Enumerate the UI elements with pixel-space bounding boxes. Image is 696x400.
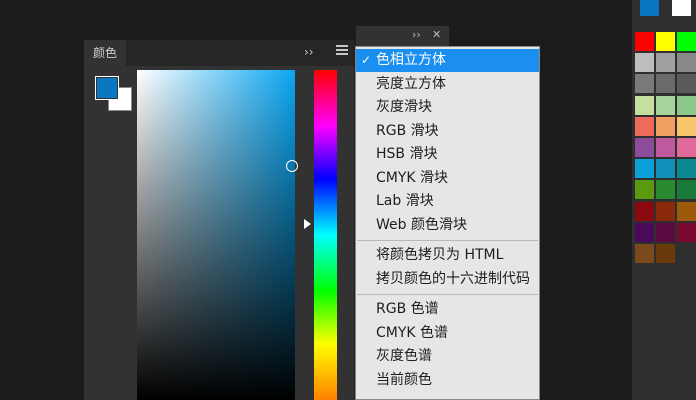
swatch[interactable]	[635, 138, 654, 157]
swatch[interactable]	[677, 222, 696, 242]
swatch[interactable]	[635, 116, 654, 136]
menu-item-label: CMYK 色谱	[376, 324, 449, 341]
menu-item[interactable]: RGB 色谱	[356, 298, 539, 321]
menu-item-label: 色相立方体	[376, 52, 446, 68]
swatch[interactable]	[635, 180, 654, 200]
panel-menu-icon[interactable]	[336, 45, 348, 59]
check-icon: ✓	[361, 53, 372, 67]
swatch[interactable]	[635, 244, 654, 263]
swatch[interactable]	[677, 180, 696, 200]
swatch[interactable]	[656, 116, 675, 136]
swatch[interactable]	[677, 138, 696, 157]
swatch[interactable]	[635, 74, 654, 94]
color-field[interactable]	[137, 70, 295, 400]
swatch[interactable]	[635, 222, 654, 242]
menu-item[interactable]: 当前颜色	[356, 369, 539, 392]
close-icon[interactable]: ✕	[432, 28, 441, 42]
swatch[interactable]	[677, 95, 696, 115]
hue-slider[interactable]	[314, 70, 337, 400]
color-panel: 颜色 ››	[84, 40, 354, 400]
swatch[interactable]	[635, 53, 654, 73]
collapse-icon[interactable]: ››	[412, 28, 421, 42]
panel-header: 颜色 ››	[84, 40, 354, 66]
menu-item-label: HSB 滑块	[376, 146, 438, 162]
menu-item-label: RGB 色谱	[376, 301, 439, 317]
foreground-color-swatch[interactable]	[95, 76, 119, 100]
swatch[interactable]	[656, 180, 675, 200]
menu-item-label: Web 颜色滑块	[376, 216, 467, 233]
menu-item-label: CMYK 滑块	[376, 169, 449, 186]
menu-item-label: 拷贝颜色的十六进制代码	[376, 270, 530, 287]
swatch[interactable]	[656, 32, 675, 51]
menu-item[interactable]: Web 颜色滑块	[356, 214, 539, 237]
swatch[interactable]	[677, 201, 696, 221]
swatch[interactable]	[677, 53, 696, 73]
menu-item-label: 灰度滑块	[376, 99, 432, 115]
tab-color[interactable]: 颜色	[84, 40, 126, 66]
swatch[interactable]	[640, 0, 659, 16]
menu-item[interactable]: CMYK 滑块	[356, 167, 539, 190]
swatch[interactable]	[677, 116, 696, 136]
swatch[interactable]	[672, 0, 691, 16]
swatch[interactable]	[635, 201, 654, 221]
menu-item[interactable]: 拷贝颜色的十六进制代码	[356, 268, 539, 291]
menu-item[interactable]: 亮度立方体	[356, 73, 539, 96]
swatch[interactable]	[656, 201, 675, 221]
collapse-icon[interactable]: ››	[304, 45, 314, 59]
menu-item-label: 亮度立方体	[376, 75, 446, 92]
menu-item-label: RGB 滑块	[376, 122, 439, 139]
menu-item[interactable]: RGB 滑块	[356, 120, 539, 143]
menu-item[interactable]: Lab 滑块	[356, 190, 539, 213]
color-field-cursor[interactable]	[286, 160, 298, 172]
menu-item-label: Lab 滑块	[376, 193, 434, 209]
menu-separator	[357, 240, 538, 241]
swatch[interactable]	[656, 222, 675, 242]
floating-panel-header: ›› ✕	[356, 26, 449, 47]
menu-item[interactable]: 将颜色拷贝为 HTML	[356, 244, 539, 267]
menu-item[interactable]: CMYK 色谱	[356, 322, 539, 345]
menu-item[interactable]: HSB 滑块	[356, 143, 539, 166]
swatch[interactable]	[656, 95, 675, 115]
swatch[interactable]	[635, 95, 654, 115]
menu-item-label: 灰度色谱	[376, 348, 432, 364]
swatch[interactable]	[656, 74, 675, 94]
swatch[interactable]	[656, 53, 675, 73]
swatch[interactable]	[635, 159, 654, 179]
swatch[interactable]	[635, 32, 654, 51]
swatch[interactable]	[656, 159, 675, 179]
swatch[interactable]	[677, 74, 696, 94]
hue-slider-marker[interactable]	[304, 219, 311, 229]
menu-item[interactable]: ✓ 色相立方体	[356, 49, 539, 72]
swatches-panel	[632, 0, 696, 400]
menu-separator	[357, 294, 538, 295]
swatch[interactable]	[677, 159, 696, 179]
menu-item[interactable]: 灰度滑块	[356, 96, 539, 119]
swatch[interactable]	[656, 138, 675, 157]
menu-item[interactable]: 灰度色谱	[356, 345, 539, 368]
swatch[interactable]	[677, 32, 696, 51]
menu-item-label: 当前颜色	[376, 371, 432, 388]
color-panel-menu: ✓ 色相立方体亮度立方体灰度滑块 RGB 滑块 HSB 滑块 CMYK 滑块 Lab 滑块…	[355, 46, 540, 400]
swatch[interactable]	[656, 244, 675, 263]
menu-item-label: 将颜色拷贝为 HTML	[376, 247, 504, 263]
